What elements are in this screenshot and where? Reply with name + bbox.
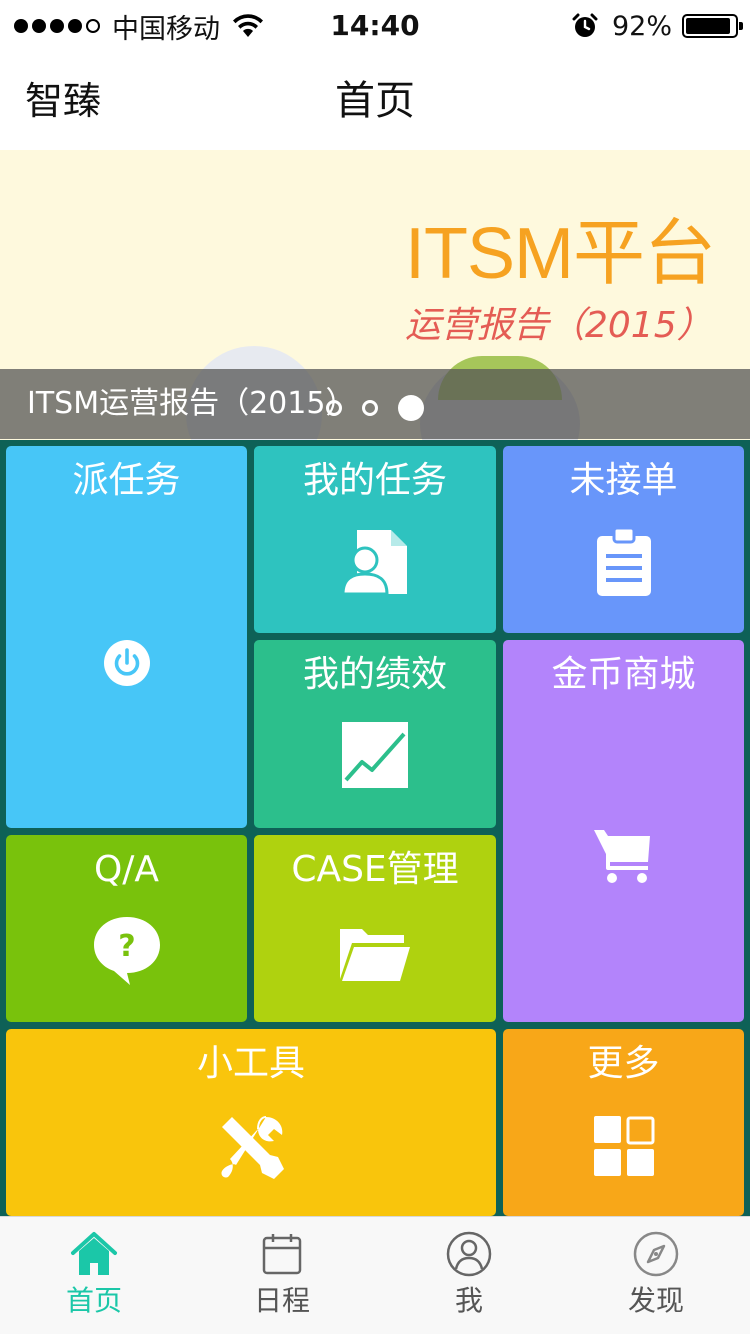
tab-me[interactable]: 我	[375, 1217, 563, 1334]
tile-case-management[interactable]: CASE管理	[254, 835, 496, 1022]
pager-dot[interactable]	[326, 400, 342, 416]
tab-label: 我	[454, 1284, 483, 1317]
tile-unaccepted-orders[interactable]: 未接单	[503, 446, 744, 633]
tab-label: 首页	[65, 1284, 122, 1317]
tile-label: 我的任务	[302, 460, 447, 501]
tile-qa[interactable]: Q/A ?	[6, 835, 247, 1022]
folder-icon	[340, 929, 410, 981]
feature-grid: 派任务 我的任务 未接单 我的绩效 金币商城 Q/A ? CASE管理 小工具 …	[0, 440, 750, 1216]
home-icon	[71, 1232, 117, 1275]
status-right: 92%	[572, 8, 743, 44]
grid-icon	[594, 1116, 655, 1176]
tile-label: CASE管理	[291, 849, 459, 890]
svg-text:?: ?	[118, 929, 135, 964]
tile-dispatch-task[interactable]: 派任务	[6, 446, 247, 828]
pager-dot-active[interactable]	[398, 395, 424, 421]
banner-caption: ITSM运营报告（2015）	[27, 386, 356, 421]
user-icon	[446, 1231, 492, 1277]
tile-more[interactable]: 更多	[503, 1029, 744, 1216]
power-icon	[104, 640, 150, 686]
tile-label: 未接单	[569, 460, 678, 501]
person-document-icon	[343, 530, 407, 596]
tools-icon	[221, 1116, 284, 1179]
carousel-pager	[326, 395, 424, 421]
pager-dot[interactable]	[362, 400, 378, 416]
banner-subtitle: 运营报告（2015）	[405, 305, 713, 346]
tile-label: 我的绩效	[302, 654, 447, 695]
page-title: 首页	[335, 78, 415, 124]
calendar-icon	[262, 1234, 302, 1275]
tile-label: 金币商城	[551, 654, 696, 695]
tab-home[interactable]: 首页	[0, 1217, 188, 1334]
tile-label: Q/A	[93, 849, 160, 890]
tab-schedule[interactable]: 日程	[188, 1217, 376, 1334]
tile-coin-mall[interactable]: 金币商城	[503, 640, 744, 1022]
alarm-clock-icon	[572, 13, 598, 37]
status-bar: 中国移动 14:40 92%	[0, 0, 750, 52]
banner-title: ITSM平台	[405, 214, 716, 294]
battery-icon	[682, 14, 743, 38]
shopping-cart-icon	[594, 830, 650, 883]
tab-discover[interactable]: 发现	[562, 1217, 750, 1334]
nav-bar: 智臻 首页	[0, 52, 750, 150]
tab-bar: 首页 日程 我 发现	[0, 1216, 750, 1334]
line-chart-icon	[342, 722, 408, 788]
question-bubble-icon: ?	[94, 917, 160, 985]
tile-label: 小工具	[196, 1043, 305, 1084]
tab-label: 发现	[627, 1284, 684, 1317]
battery-fill	[686, 18, 731, 34]
tile-label: 更多	[587, 1043, 660, 1084]
tile-tools[interactable]: 小工具	[6, 1029, 496, 1216]
banner-carousel[interactable]: ITSM平台 运营报告（2015） ITSM运营报告（2015）	[0, 150, 750, 440]
tile-label: 派任务	[72, 460, 181, 501]
tile-my-performance[interactable]: 我的绩效	[254, 640, 496, 828]
battery-percent: 92%	[611, 10, 672, 42]
compass-icon	[633, 1231, 679, 1277]
clipboard-icon	[597, 526, 651, 596]
battery-cap	[739, 22, 743, 30]
tile-my-tasks[interactable]: 我的任务	[254, 446, 496, 633]
tab-label: 日程	[253, 1284, 310, 1317]
